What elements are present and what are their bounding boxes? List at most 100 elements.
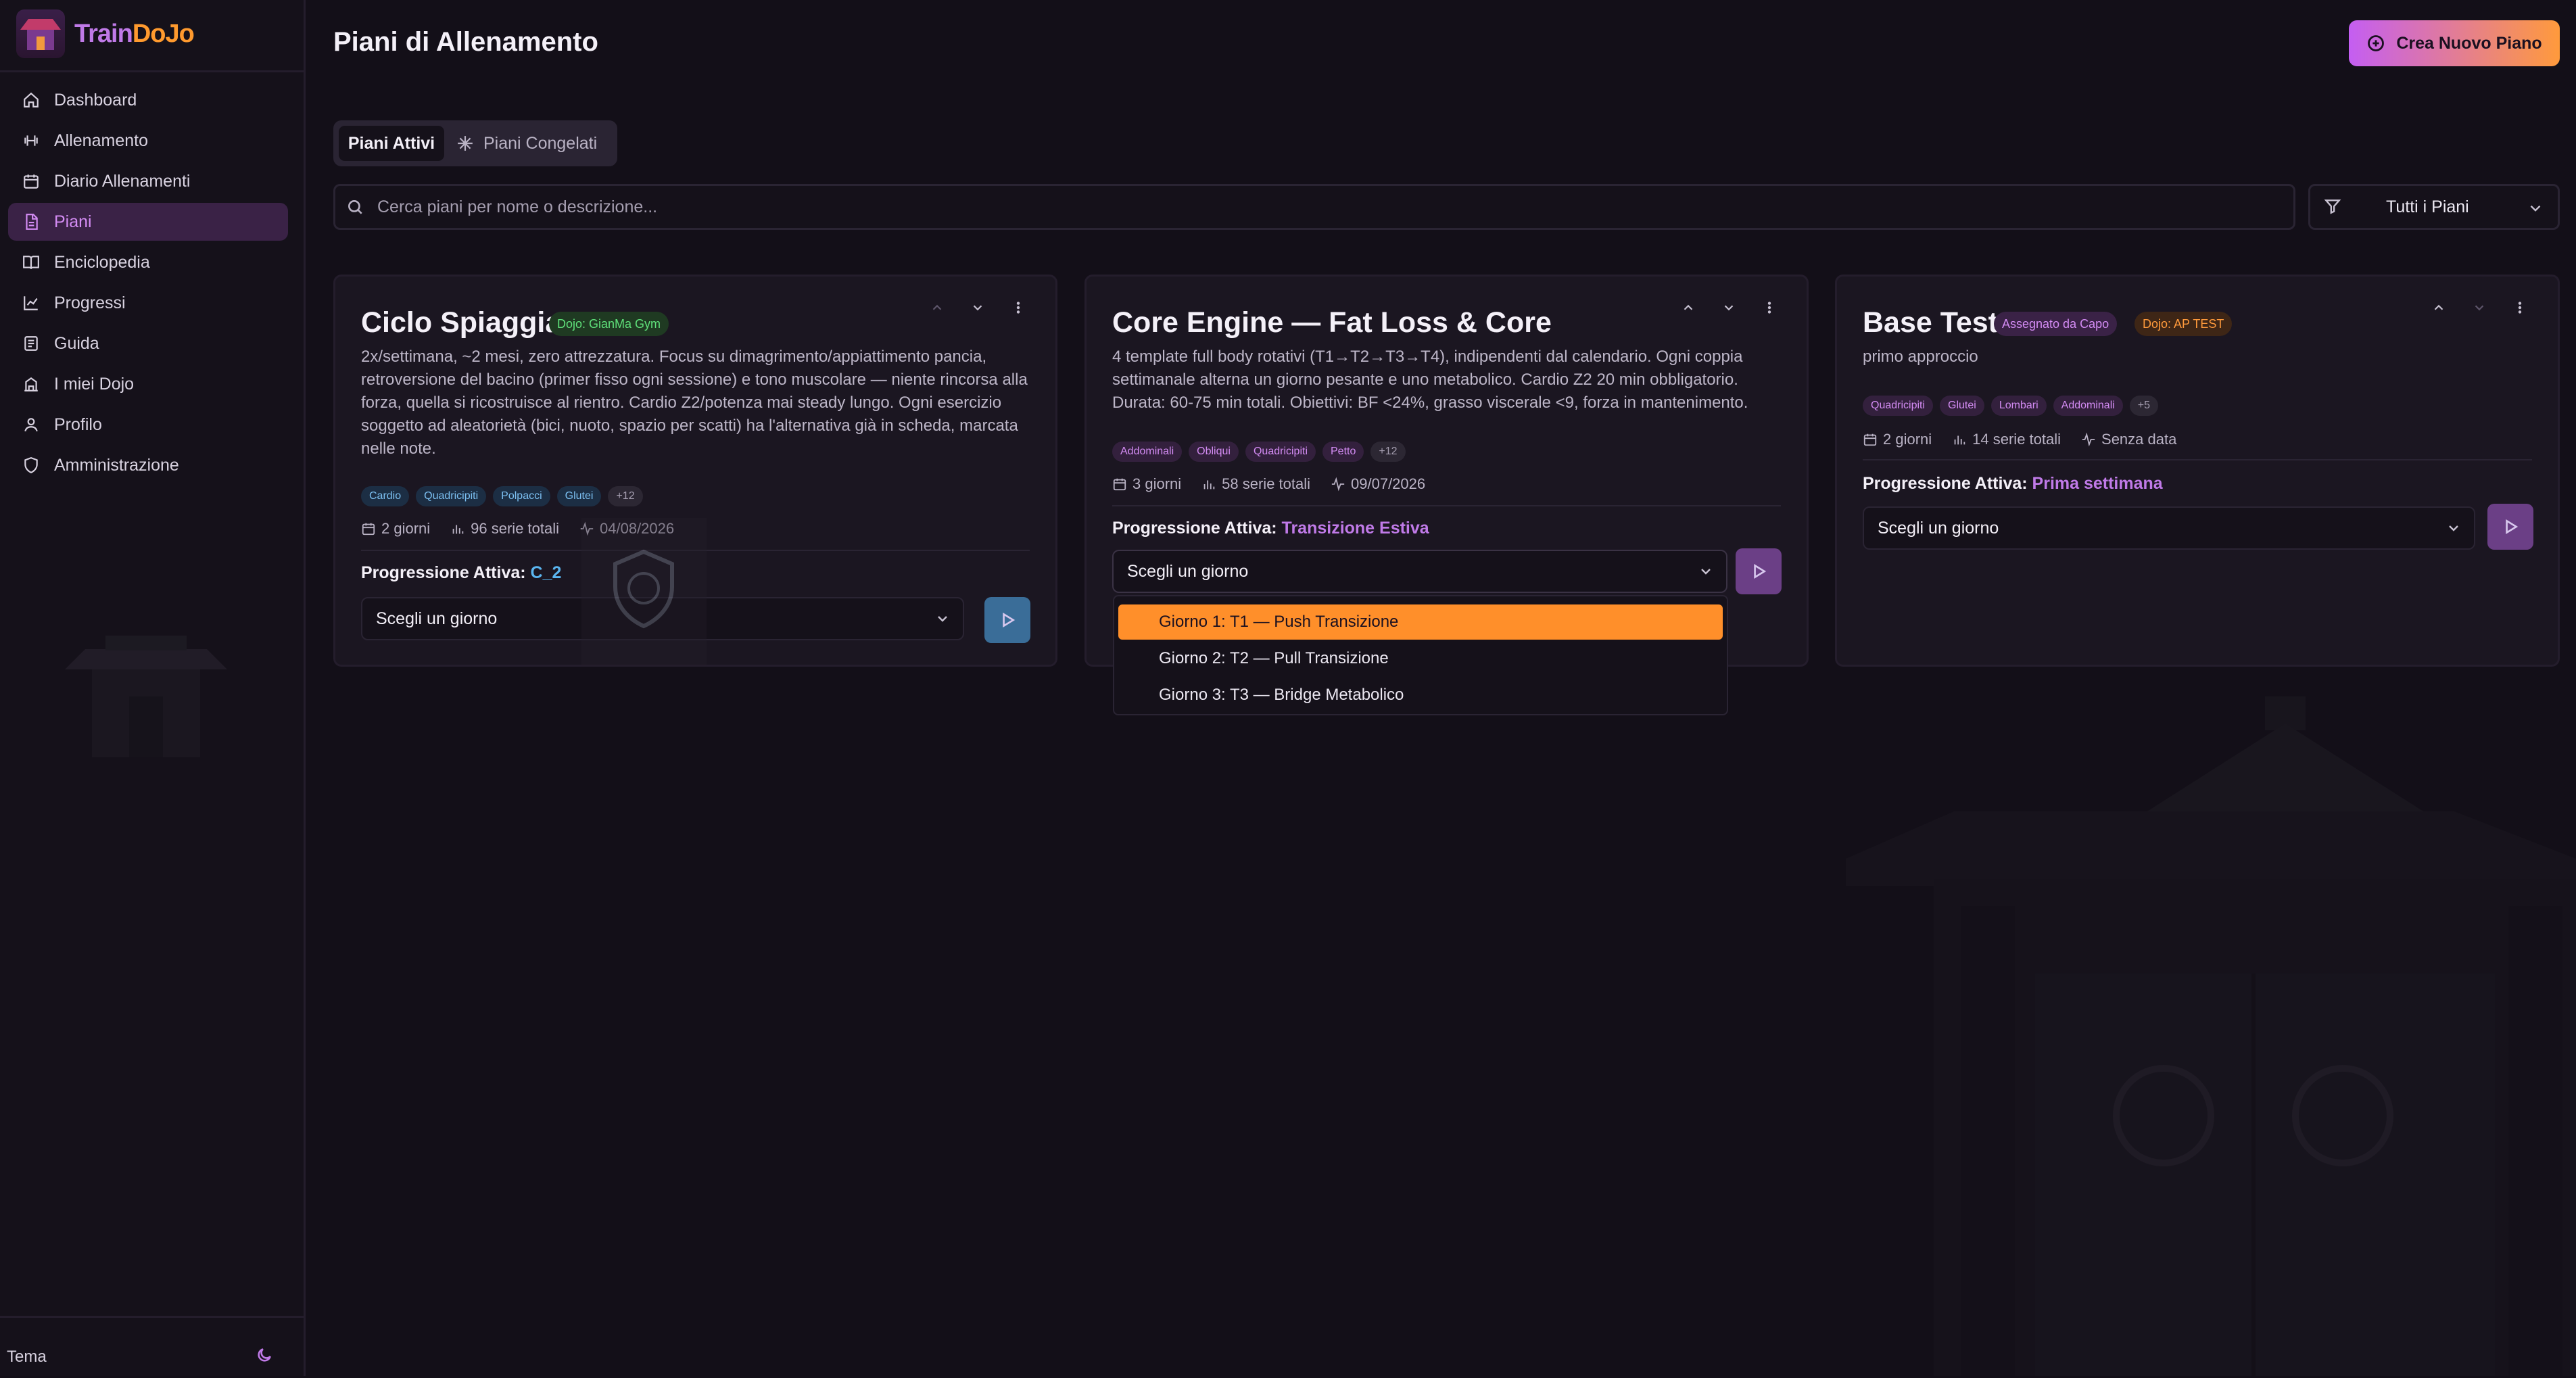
chevron-down-icon [973,305,982,311]
pagoda-decoration-icon [65,636,227,757]
card-controls [2425,294,2533,321]
sidebar-footer: Tema [0,1316,304,1378]
card-controls [924,294,1032,321]
shield-icon [22,456,41,475]
active-progression: Progressione Attiva: C_2 [361,563,562,582]
page-title: Piani di Allenamento [333,27,598,57]
plan-card: Base Test Assegnato da Capo Dojo: AP TES… [1835,275,2560,667]
plan-date: Senza data [2101,431,2177,448]
app-logo[interactable]: TrainDoJo [16,9,195,58]
more-vertical-icon [1767,302,1771,314]
day-select-value: Scegli un giorno [376,609,498,628]
progression-value: C_2 [530,563,562,582]
more-vertical-icon [2518,302,2522,314]
plan-date: 09/07/2026 [1351,475,1426,492]
muscle-tag: Addominali [1112,442,1183,462]
muscle-tag: Obliqui [1189,442,1239,462]
sidebar-item-guida[interactable]: Guida [8,325,288,362]
sidebar-item-label: Progressi [54,293,126,312]
sidebar-item-amministrazione[interactable]: Amministrazione [8,446,288,484]
sidebar-item-label: Diario Allenamenti [54,171,191,191]
day-select-value: Scegli un giorno [1127,561,1249,581]
plan-filter-select[interactable]: Tutti i Piani [2308,184,2560,230]
more-options-button[interactable] [1756,294,1783,321]
muscle-tag: Addominali [2053,396,2123,416]
dojo-badge: Dojo: AP TEST [2134,312,2233,336]
chevron-up-icon [1684,304,1693,310]
day-select[interactable]: Scegli un giorno [1112,550,1727,593]
calendar-icon [1863,433,1877,446]
sidebar-item-dashboard[interactable]: Dashboard [8,81,288,119]
more-tags-badge: +12 [1370,442,1406,462]
create-plan-button[interactable]: Crea Nuovo Piano [2349,20,2560,66]
muscle-tag: Glutei [1940,396,1984,416]
move-down-button[interactable] [2466,294,2493,321]
activity-icon [1331,477,1345,492]
muscle-tag: Cardio [361,486,410,506]
sidebar-item-progressi[interactable]: Progressi [8,284,288,322]
muscle-tag: Quadricipiti [1863,396,1934,416]
sidebar: TrainDoJo Dashboard Allenamento Diario A… [0,0,306,1376]
play-icon [1754,564,1767,579]
snowflake-icon [458,136,473,151]
pagoda-logo-icon [16,9,65,58]
card-divider [1112,505,1781,506]
filter-icon [2324,197,2343,216]
chart-line-icon [22,293,41,312]
sidebar-item-label: Allenamento [54,130,148,150]
active-progression: Progressione Attiva: Prima settimana [1863,474,2163,493]
day-option[interactable]: Giorno 3: T3 — Bridge Metabolico [1118,678,1723,713]
plan-meta: 3 giorni 58 serie totali 09/07/2026 [1112,475,1425,493]
move-down-button[interactable] [1715,294,1742,321]
plan-title: Ciclo Spiaggia [361,306,562,339]
move-up-button[interactable] [1675,294,1702,321]
day-option[interactable]: Giorno 1: T1 — Push Transizione [1118,604,1723,640]
plan-title: Base Test [1863,306,1998,339]
sidebar-item-dojo[interactable]: I miei Dojo [8,365,288,403]
day-select-value: Scegli un giorno [1878,518,1999,538]
tab-piani-congelati[interactable]: Piani Congelati [451,126,613,161]
play-icon [2506,519,2519,534]
user-icon [22,415,41,434]
day-option[interactable]: Giorno 2: T2 — Pull Transizione [1118,641,1723,676]
active-progression: Progressione Attiva: Transizione Estiva [1112,519,1429,538]
assigned-badge: Assegnato da Capo [1994,312,2118,336]
sidebar-item-allenamento[interactable]: Allenamento [8,122,288,160]
move-up-button[interactable] [2425,294,2452,321]
tab-label: Piani Congelati [483,133,598,153]
search-icon [348,200,362,214]
more-options-button[interactable] [2506,294,2533,321]
sidebar-item-label: Piani [54,212,92,231]
building-icon [22,375,41,394]
plus-circle-icon [2368,35,2385,51]
muscle-tag: Quadricipiti [1245,442,1316,462]
book-open-icon [22,334,41,353]
search-bar [333,184,2295,230]
day-select[interactable]: Scegli un giorno [1863,506,2475,550]
bar-chart-icon [1954,435,1965,445]
tab-piani-attivi[interactable]: Piani Attivi [339,126,444,161]
sidebar-item-label: Guida [54,333,99,353]
chevron-down-icon [934,611,951,632]
series-count: 58 serie totali [1222,475,1311,492]
search-input[interactable] [376,196,2204,218]
sidebar-item-piani[interactable]: Piani [8,203,288,241]
move-up-button[interactable] [924,294,951,321]
calendar-icon [362,523,375,536]
sidebar-item-diario[interactable]: Diario Allenamenti [8,162,288,200]
start-workout-button[interactable] [984,597,1030,643]
plan-description: primo approccio [1863,348,1978,366]
more-options-button[interactable] [1005,294,1032,321]
moon-icon[interactable] [256,1346,276,1367]
days-count: 2 giorni [1883,431,1932,448]
card-divider [1863,459,2532,460]
dumbbell-icon [22,131,41,150]
start-workout-button[interactable] [2487,504,2533,550]
start-workout-button[interactable] [1736,548,1782,594]
calendar-icon [22,172,41,191]
sidebar-item-profilo[interactable]: Profilo [8,406,288,444]
sidebar-item-enciclopedia[interactable]: Enciclopedia [8,243,288,281]
move-down-button[interactable] [964,294,991,321]
home-icon [22,91,41,110]
days-count: 3 giorni [1132,475,1182,492]
